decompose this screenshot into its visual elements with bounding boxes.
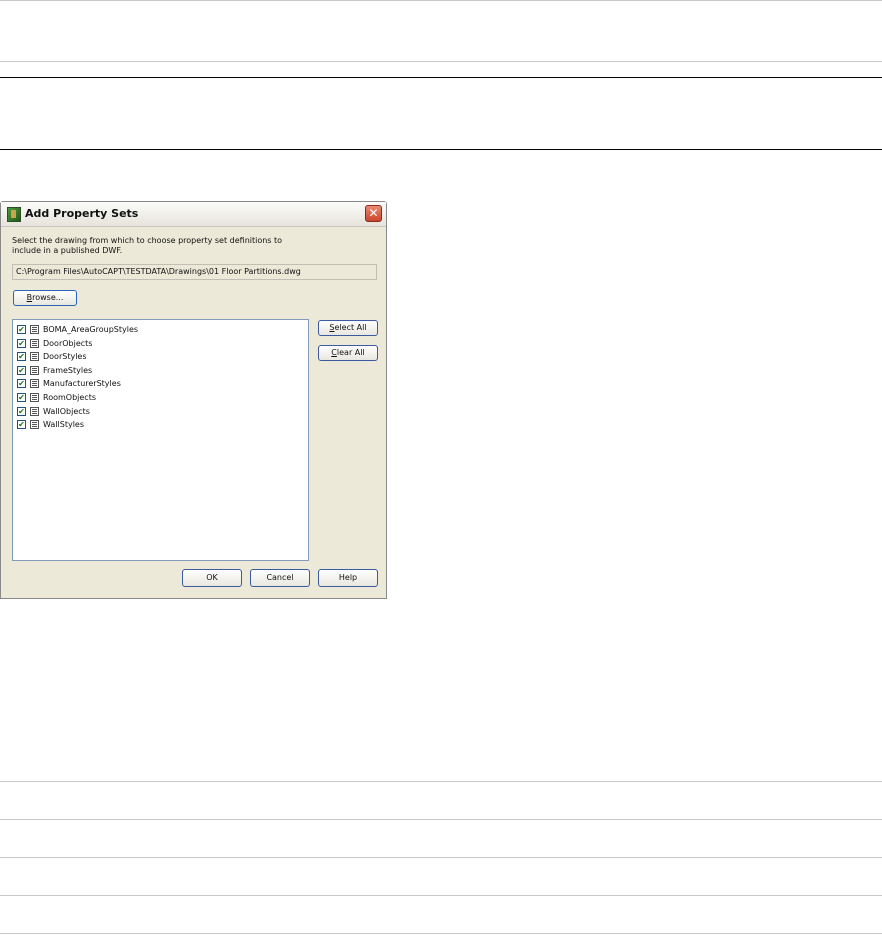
clear-all-button[interactable]: Clear All <box>318 345 378 361</box>
list-item-label: WallStyles <box>43 420 85 430</box>
drawing-path-field: C:\Program Files\AutoCAPT\TESTDATA\Drawi… <box>12 264 377 280</box>
property-set-icon <box>30 393 39 402</box>
checkbox[interactable]: ✔ <box>17 352 26 362</box>
browse-button[interactable]: Browse... <box>13 290 77 306</box>
select-all-label: elect All <box>334 323 367 332</box>
property-set-icon <box>30 325 39 334</box>
list-item[interactable]: ✔ RoomObjects <box>17 391 96 404</box>
list-item[interactable]: ✔ DoorObjects <box>17 337 92 350</box>
checkbox[interactable]: ✔ <box>17 325 26 334</box>
instructions-text: Select the drawing from which to choose … <box>12 236 283 255</box>
checkmark-icon: ✔ <box>18 393 25 402</box>
list-item-label: WallObjects <box>43 406 90 416</box>
property-set-icon <box>30 379 39 389</box>
checkmark-icon: ✔ <box>18 352 25 362</box>
list-item-label: BOMA_AreaGroupStyles <box>43 325 139 334</box>
dialog-title: Add Property Sets <box>25 207 139 220</box>
close-button[interactable]: ✕ <box>365 205 382 222</box>
checkbox[interactable]: ✔ <box>17 420 26 430</box>
help-button[interactable]: Help <box>318 569 378 587</box>
divider <box>0 61 882 62</box>
list-item[interactable]: ✔ FrameStyles <box>17 364 92 377</box>
divider <box>0 933 882 934</box>
checkmark-icon: ✔ <box>18 406 25 416</box>
list-item-label: RoomObjects <box>43 393 97 402</box>
property-set-icon <box>30 365 39 375</box>
list-item-label: FrameStyles <box>43 365 93 375</box>
list-item[interactable]: ✔ DoorStyles <box>17 350 87 363</box>
table-header-rule <box>0 149 882 150</box>
property-set-icon <box>30 406 39 416</box>
checkbox[interactable]: ✔ <box>17 338 26 348</box>
table-header-rule <box>0 77 882 78</box>
select-all-button[interactable]: Select All <box>318 320 378 336</box>
checkbox[interactable]: ✔ <box>17 365 26 375</box>
list-item[interactable]: ✔ WallObjects <box>17 405 90 418</box>
divider <box>0 857 882 858</box>
close-icon: ✕ <box>368 206 379 220</box>
divider <box>0 895 882 896</box>
list-item[interactable]: ✔ BOMA_AreaGroupStyles <box>17 323 138 336</box>
add-property-sets-dialog: Add Property Sets ✕ Select the drawing f… <box>0 201 387 599</box>
top-divider <box>0 0 882 1</box>
list-item[interactable]: ✔ ManufacturerStyles <box>17 377 121 390</box>
list-item-label: ManufacturerStyles <box>43 379 121 389</box>
clear-all-label: lear All <box>336 348 365 357</box>
application-icon <box>7 207 21 222</box>
list-item-label: DoorStyles <box>43 352 87 362</box>
property-set-icon <box>30 352 39 362</box>
property-set-list[interactable]: ✔ BOMA_AreaGroupStyles ✔ DoorObjects ✔ DoorSt… <box>12 319 309 561</box>
divider <box>0 819 882 820</box>
browse-label: rowse... <box>32 293 64 302</box>
dialog-titlebar[interactable]: Add Property Sets ✕ <box>1 202 386 227</box>
ok-button[interactable]: OK <box>182 569 242 587</box>
cancel-button[interactable]: Cancel <box>250 569 310 587</box>
list-item[interactable]: ✔ WallStyles <box>17 418 84 431</box>
checkmark-icon: ✔ <box>18 379 25 389</box>
checkbox[interactable]: ✔ <box>17 379 26 389</box>
checkbox[interactable]: ✔ <box>17 406 26 416</box>
checkmark-icon: ✔ <box>18 365 25 375</box>
property-set-icon <box>30 338 39 348</box>
divider <box>0 781 882 782</box>
checkbox[interactable]: ✔ <box>17 393 26 402</box>
checkmark-icon: ✔ <box>18 325 25 334</box>
checkmark-icon: ✔ <box>18 420 25 430</box>
checkmark-icon: ✔ <box>18 338 25 348</box>
list-item-label: DoorObjects <box>43 338 93 348</box>
property-set-icon <box>30 420 39 430</box>
